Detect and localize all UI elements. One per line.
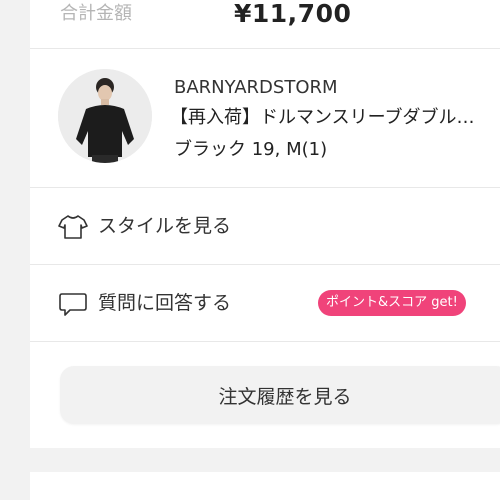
product-name[interactable]: 【再入荷】ドルマンスリーブダブル… xyxy=(170,105,500,131)
order-card: 合計金額 ¥11,700 BARNYARDSTORM 【再入荷】ドルマンスリーブ… xyxy=(30,0,500,448)
product-image xyxy=(58,69,152,163)
tshirt-icon xyxy=(58,214,88,240)
points-badge: ポイント&スコア get! xyxy=(318,290,466,316)
question-menu-row[interactable]: 質問に回答する ポイント&スコア get! xyxy=(30,265,500,342)
question-menu-label: 質問に回答する xyxy=(98,292,232,314)
speech-bubble-icon xyxy=(58,291,88,317)
total-row: 合計金額 ¥11,700 xyxy=(30,0,500,49)
product-variant: ブラック 19, M(1) xyxy=(174,139,328,160)
total-value: ¥11,700 xyxy=(234,0,352,28)
style-menu-row[interactable]: スタイルを見る xyxy=(30,188,500,265)
next-card xyxy=(30,472,500,500)
style-menu-label: スタイルを見る xyxy=(98,215,232,237)
product-row[interactable]: BARNYARDSTORM 【再入荷】ドルマンスリーブダブル… ブラック 19,… xyxy=(30,49,500,188)
order-history-button[interactable]: 注文履歴を見る xyxy=(60,366,500,424)
total-label: 合計金額 xyxy=(60,3,132,24)
product-brand: BARNYARDSTORM xyxy=(174,77,338,98)
product-thumbnail[interactable] xyxy=(58,69,152,163)
